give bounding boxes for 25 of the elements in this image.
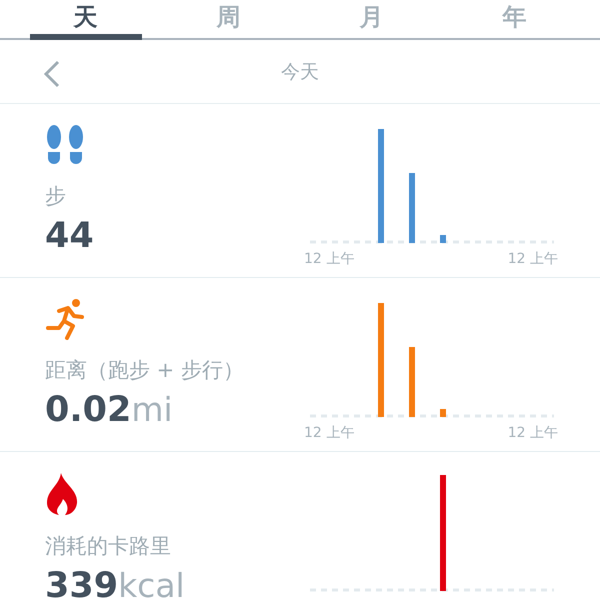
axis-label: 12 上午 bbox=[304, 424, 354, 442]
axis-label: 12 上午 bbox=[508, 250, 558, 268]
axis-label: 12 上午 bbox=[304, 250, 354, 268]
metric-value: 0.02 bbox=[45, 390, 132, 430]
metric-value: 44 bbox=[45, 216, 94, 256]
metric-value: 339 bbox=[45, 566, 118, 600]
footprints-icon bbox=[45, 124, 85, 166]
flame-icon bbox=[45, 472, 79, 516]
chart-bar bbox=[440, 235, 446, 243]
metric-unit: mi bbox=[131, 390, 173, 430]
metric-label: 步 bbox=[45, 183, 67, 210]
back-icon[interactable] bbox=[42, 60, 62, 88]
axis-label: 12 上午 bbox=[508, 424, 558, 442]
metric-card[interactable]: 距离（跑步 + 步行） 0.02mi 12 上午 12 上午 bbox=[0, 278, 600, 452]
chart-bar bbox=[409, 173, 415, 243]
metric-card[interactable]: 步 44 12 上午 12 上午 bbox=[0, 104, 600, 278]
metric-label: 消耗的卡路里 bbox=[45, 533, 172, 560]
metric-unit: kcal bbox=[118, 566, 185, 600]
chart-bar bbox=[409, 347, 415, 417]
metric-card[interactable]: 消耗的卡路里 339kcal bbox=[0, 452, 600, 600]
chart-bar bbox=[440, 409, 446, 417]
runner-icon bbox=[45, 298, 87, 340]
metric-label: 距离（跑步 + 步行） bbox=[45, 357, 245, 384]
tab[interactable]: 天 bbox=[14, 0, 157, 40]
date-title: 今天 bbox=[281, 60, 319, 84]
